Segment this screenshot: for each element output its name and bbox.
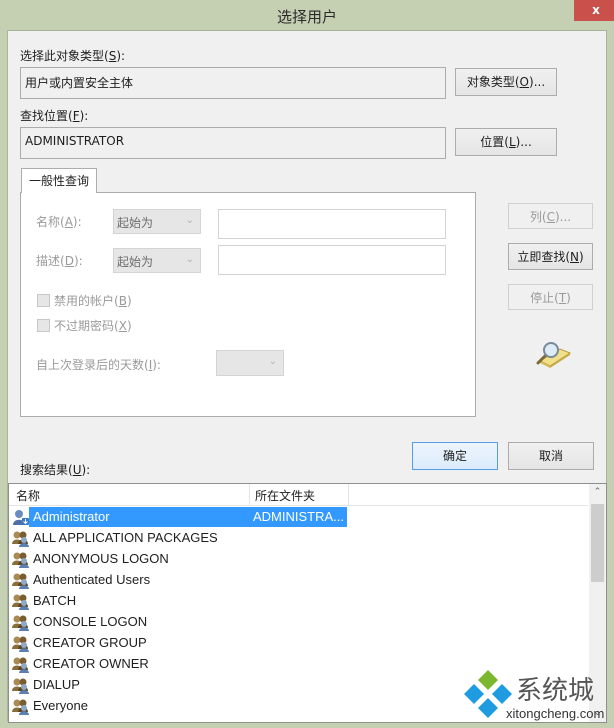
scroll-up-icon[interactable]: ⌃ — [589, 484, 606, 501]
days-since-logon-select[interactable]: ⌄ — [216, 350, 284, 376]
find-now-button[interactable]: 立即查找(N) — [508, 243, 593, 270]
chevron-down-icon: ⌄ — [185, 215, 194, 226]
group-icon — [12, 614, 30, 631]
list-header: 名称 所在文件夹 — [9, 484, 588, 506]
description-input[interactable] — [218, 245, 446, 275]
name-input[interactable] — [218, 209, 446, 239]
disabled-accounts-label: 禁用的帐户(B) — [54, 294, 132, 308]
list-item[interactable]: Everyone — [9, 696, 349, 717]
list-item[interactable]: Authenticated Users — [9, 570, 349, 591]
list-item[interactable]: Administrator ADMINISTRA... — [9, 507, 349, 528]
description-label: 描述(D): — [36, 254, 83, 268]
non-expiring-password-checkbox[interactable] — [37, 319, 50, 332]
description-mode-select[interactable]: 起始为 ⌄ — [113, 248, 201, 273]
list-item[interactable]: CREATOR OWNER — [9, 654, 349, 675]
list-item[interactable]: BATCH — [9, 591, 349, 612]
name-mode-select[interactable]: 起始为 ⌄ — [113, 209, 201, 234]
group-icon — [12, 530, 30, 547]
object-type-field: 用户或内置安全主体 — [20, 67, 446, 99]
column-header-name[interactable]: 名称 — [16, 487, 40, 504]
search-results-label: 搜索结果(U): — [20, 463, 91, 477]
list-item[interactable]: CREATOR GROUP — [9, 633, 349, 654]
name-label: 名称(A): — [36, 215, 82, 229]
watermark-brand: 系统城 — [516, 676, 595, 706]
group-icon — [12, 656, 30, 673]
item-name: ALL APPLICATION PACKAGES — [33, 530, 218, 545]
tab-general-queries[interactable]: 一般性查询 — [21, 168, 98, 193]
list-item[interactable]: CONSOLE LOGON — [9, 612, 349, 633]
non-expiring-password-label: 不过期密码(X) — [54, 319, 132, 333]
object-type-label: 选择此对象类型(S): — [20, 49, 126, 63]
object-types-button[interactable]: 对象类型(O)... — [455, 68, 557, 96]
item-name: CONSOLE LOGON — [33, 614, 148, 629]
stop-button[interactable]: 停止(T) — [508, 284, 593, 310]
item-name: BATCH — [33, 593, 77, 608]
item-name: ANONYMOUS LOGON — [33, 551, 169, 566]
group-icon — [12, 551, 30, 568]
location-field: ADMINISTRATOR — [20, 127, 446, 159]
chevron-down-icon: ⌄ — [185, 254, 194, 265]
title-bar: 选择用户 x — [0, 0, 614, 32]
close-button[interactable]: x — [574, 0, 614, 21]
item-name: CREATOR OWNER — [33, 656, 149, 671]
locations-button[interactable]: 位置(L)... — [455, 128, 557, 156]
column-divider[interactable] — [348, 484, 349, 506]
location-label: 查找位置(F): — [20, 109, 89, 123]
item-name: Everyone — [33, 698, 88, 713]
watermark-url: xitongcheng.com — [506, 706, 605, 721]
ok-button[interactable]: 确定 — [412, 442, 498, 470]
group-icon — [12, 593, 30, 610]
list-item[interactable]: DIALUP — [9, 675, 349, 696]
search-directory-icon — [536, 342, 572, 368]
column-header-folder[interactable]: 所在文件夹 — [255, 487, 315, 504]
group-icon — [12, 677, 30, 694]
group-icon — [12, 572, 30, 589]
columns-button[interactable]: 列(C)... — [508, 203, 593, 229]
group-icon — [12, 698, 30, 715]
item-folder: ADMINISTRA... — [253, 509, 345, 524]
item-name: CREATOR GROUP — [33, 635, 147, 650]
days-since-logon-label: 自上次登录后的天数(I): — [36, 358, 161, 372]
watermark: 系统城 xitongcheng.com — [460, 668, 614, 728]
column-divider[interactable] — [249, 484, 250, 506]
cancel-button[interactable]: 取消 — [508, 442, 594, 470]
group-icon — [12, 635, 30, 652]
scrollbar-thumb[interactable] — [591, 504, 604, 582]
item-name: Administrator — [33, 509, 110, 524]
list-item[interactable]: ALL APPLICATION PACKAGES — [9, 528, 349, 549]
dialog-body: 选择此对象类型(S): 用户或内置安全主体 对象类型(O)... 查找位置(F)… — [7, 30, 607, 723]
close-icon: x — [592, 3, 600, 17]
disabled-accounts-checkbox[interactable] — [37, 294, 50, 307]
item-name: Authenticated Users — [33, 572, 151, 587]
chevron-down-icon: ⌄ — [268, 356, 277, 367]
item-name: DIALUP — [33, 677, 80, 692]
window-title: 选择用户 — [276, 8, 337, 26]
general-queries-panel: 名称(A): 起始为 ⌄ 描述(D): 起始为 ⌄ 禁用的帐户(B) 不过期密码(X… — [20, 192, 476, 417]
list-item[interactable]: ANONYMOUS LOGON — [9, 549, 349, 570]
user-icon — [12, 509, 30, 526]
